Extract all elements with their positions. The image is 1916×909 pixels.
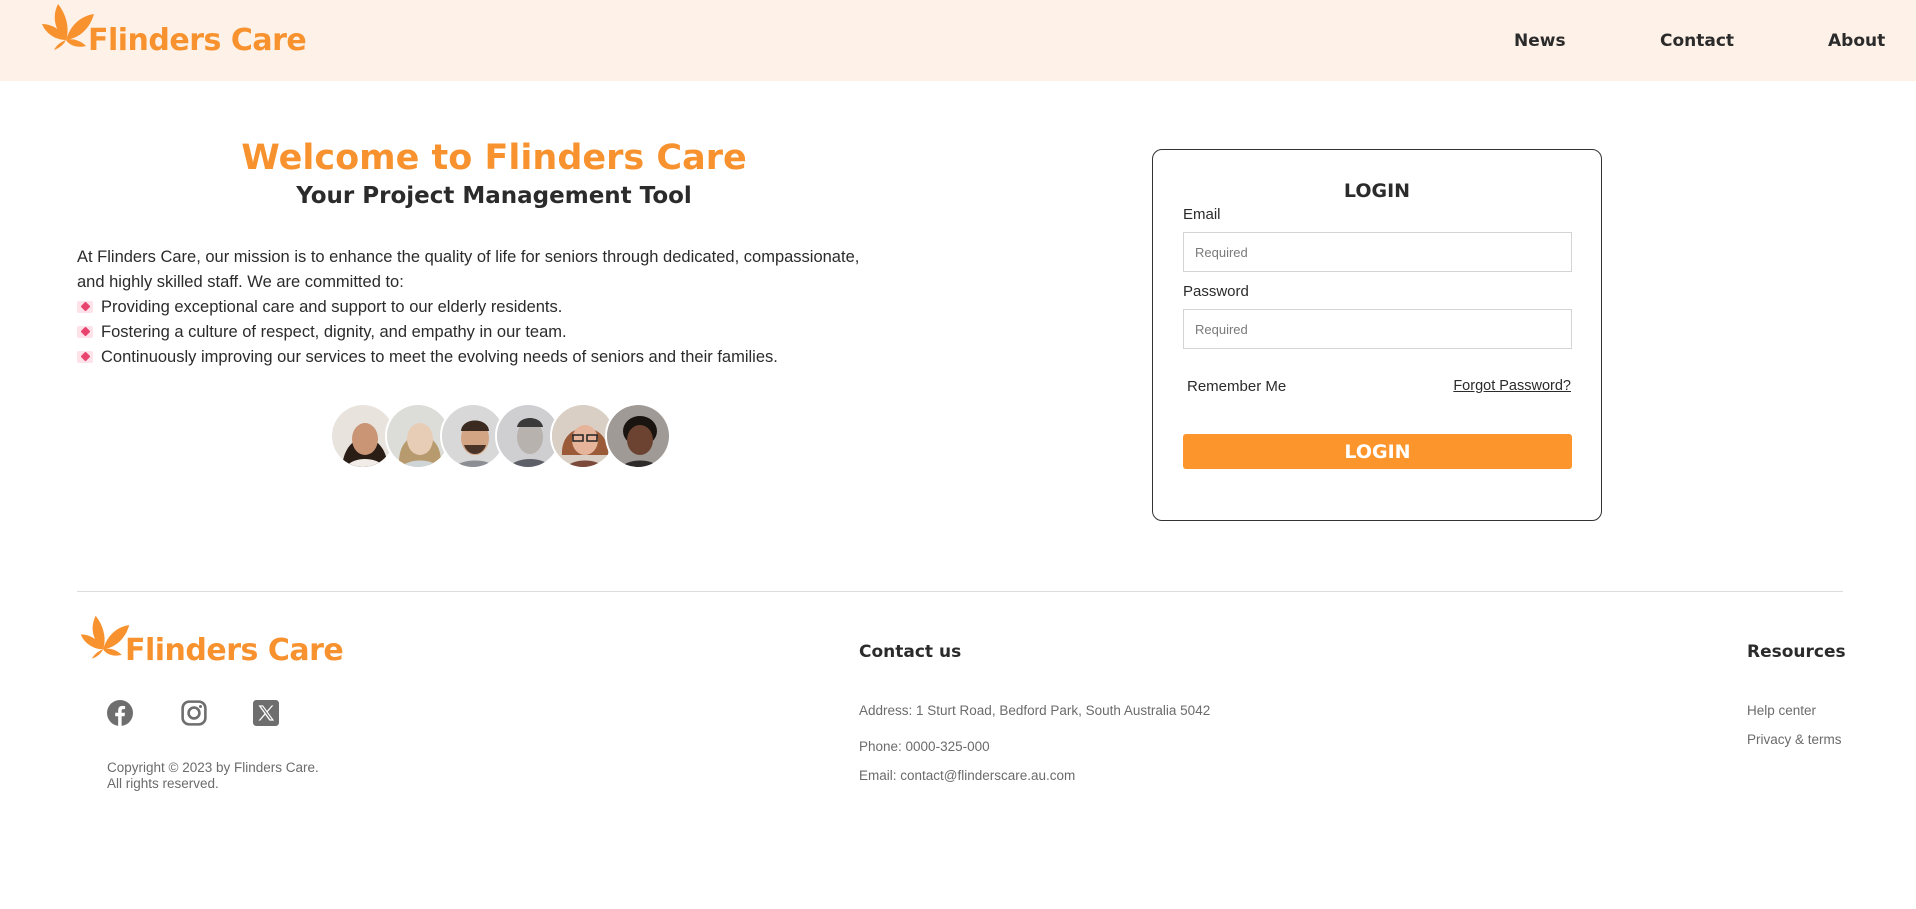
instagram-icon[interactable] xyxy=(181,700,207,726)
contact-email: Email: contact@flinderscare.au.com xyxy=(859,768,1076,783)
page-subtitle: Your Project Management Tool xyxy=(296,183,692,209)
mission-statement: At Flinders Care, our mission is to enha… xyxy=(77,245,917,370)
avatar xyxy=(605,403,671,469)
copyright-line-2: All rights reserved. xyxy=(107,776,219,791)
login-button[interactable]: LOGIN xyxy=(1183,434,1572,469)
contact-phone: Phone: 0000-325-000 xyxy=(859,739,990,754)
privacy-terms-link[interactable]: Privacy & terms xyxy=(1747,732,1842,747)
contact-address: Address: 1 Sturt Road, Bedford Park, Sou… xyxy=(859,703,1211,718)
heart-letter-icon xyxy=(77,326,93,338)
login-card: LOGIN Email Password Remember Me Forgot … xyxy=(1152,149,1602,521)
email-field[interactable] xyxy=(1183,232,1572,272)
copyright-text: Copyright © 2023 by Flinders Care. All r… xyxy=(107,760,319,792)
page-title: Welcome to Flinders Care xyxy=(241,138,747,178)
heart-letter-icon xyxy=(77,301,93,313)
facebook-icon[interactable] xyxy=(107,700,133,726)
site-header: Flinders Care News Contact About xyxy=(0,0,1916,81)
brand-name: Flinders Care xyxy=(125,633,344,668)
remember-me-toggle[interactable]: Remember Me xyxy=(1187,378,1286,395)
nav-news[interactable]: News xyxy=(1514,31,1566,51)
brand-name: Flinders Care xyxy=(88,23,307,58)
forgot-password-link[interactable]: Forgot Password? xyxy=(1453,378,1571,394)
commitment-item: Fostering a culture of respect, dignity,… xyxy=(77,320,917,345)
login-heading: LOGIN xyxy=(1343,180,1411,202)
commitment-text: Fostering a culture of respect, dignity,… xyxy=(101,323,567,341)
x-twitter-icon[interactable] xyxy=(253,700,279,726)
resources-heading: Resources xyxy=(1747,642,1846,662)
nav-about[interactable]: About xyxy=(1828,31,1885,51)
email-label: Email xyxy=(1183,206,1221,223)
help-center-link[interactable]: Help center xyxy=(1747,703,1816,718)
mission-intro-line-2: and highly skilled staff. We are committ… xyxy=(77,273,404,291)
password-field[interactable] xyxy=(1183,309,1572,349)
footer-logo[interactable]: Flinders Care xyxy=(77,612,344,668)
commitment-item: Continuously improving our services to m… xyxy=(77,345,917,370)
footer-divider xyxy=(77,591,1843,592)
contact-heading: Contact us xyxy=(859,642,962,662)
nav-contact[interactable]: Contact xyxy=(1660,31,1734,51)
mission-intro-line-1: At Flinders Care, our mission is to enha… xyxy=(77,248,860,266)
commitment-item: Providing exceptional care and support t… xyxy=(77,295,917,320)
commitment-text: Continuously improving our services to m… xyxy=(101,348,778,366)
password-label: Password xyxy=(1183,283,1249,300)
heart-letter-icon xyxy=(77,351,93,363)
copyright-line-1: Copyright © 2023 by Flinders Care. xyxy=(107,760,319,775)
commitment-text: Providing exceptional care and support t… xyxy=(101,298,563,316)
header-logo[interactable]: Flinders Care xyxy=(40,0,307,60)
